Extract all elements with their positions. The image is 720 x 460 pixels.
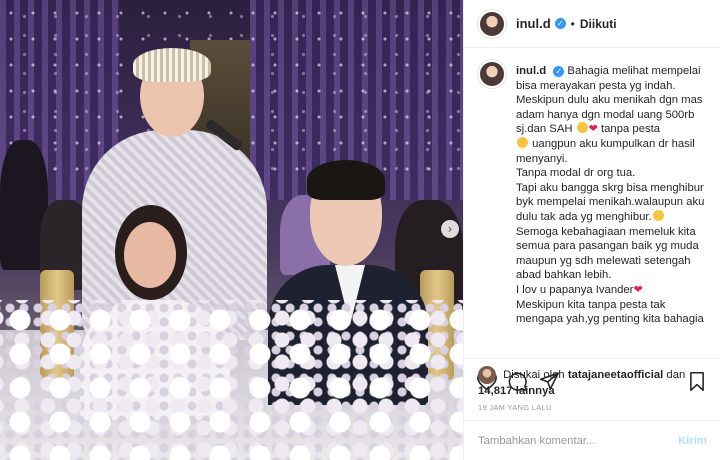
post-timestamp[interactable]: 19 JAM YANG LALU bbox=[478, 403, 552, 412]
caption-text-line: tanpa pesta bbox=[597, 123, 661, 136]
caption-line: adam hanya dgn modal uang 500rb bbox=[516, 108, 695, 121]
heart-emoji-icon: ❤ bbox=[633, 282, 643, 296]
likes-prefix: Disukai oleh bbox=[503, 368, 565, 381]
post-side-panel: inul.d ✓ • Diikuti inul.d ✓ Bahagia meli… bbox=[463, 0, 720, 460]
caption-line: bisa merayakan pesta yg indah. bbox=[516, 79, 676, 92]
caption-text-line: sj.dan SAH bbox=[516, 123, 573, 136]
caption-text-line: I lov u papanya Ivander bbox=[516, 283, 634, 296]
bride-face bbox=[124, 222, 176, 288]
following-button[interactable]: Diikuti bbox=[580, 17, 617, 31]
grin-emoji-icon bbox=[652, 209, 664, 221]
caption-line: Meskipun dulu aku menikah dgn mas bbox=[516, 94, 703, 107]
caption-line: Tanpa modal dr org tua. bbox=[516, 167, 636, 180]
caption-line: sj.dan SAH ❤ tanpa pesta bbox=[516, 122, 707, 137]
username-link[interactable]: inul.d bbox=[516, 16, 551, 31]
caption-username-link[interactable]: inul.d bbox=[516, 65, 546, 77]
likes-suffix[interactable]: lainnya bbox=[516, 385, 555, 397]
caption-text-line: uangpun aku kumpulkan dr hasil bbox=[529, 137, 695, 150]
avatar[interactable] bbox=[478, 9, 506, 38]
caption-line: inul.d ✓ Bahagia melihat mempelai bbox=[516, 64, 707, 79]
caption-line: Tapi aku bangga skrg bisa menghibur bbox=[516, 181, 704, 194]
flower-arrangement bbox=[0, 300, 463, 460]
separator-dot: • bbox=[570, 16, 575, 31]
caption-text: inul.d ✓ Bahagia melihat mempelai bisa m… bbox=[516, 64, 707, 327]
liker-username-link[interactable]: tatajaneetaofficial bbox=[568, 369, 663, 381]
caption-line: maupun yg sdh melewati setengah bbox=[516, 254, 691, 267]
caption-text-line: Bahagia melihat mempelai bbox=[564, 65, 701, 77]
caption-line: semua para pasangan baik yg muda bbox=[516, 240, 699, 253]
chevron-right-icon[interactable]: › bbox=[441, 220, 459, 238]
verified-badge-icon: ✓ bbox=[554, 18, 566, 29]
caption-line: uangpun aku kumpulkan dr hasil bbox=[516, 136, 707, 152]
caption-line: mengapa yah,yg penting kita bahagia bbox=[516, 313, 704, 326]
caption-line: I lov u papanya Ivander❤ bbox=[516, 283, 707, 298]
avatar bbox=[478, 366, 496, 384]
caption-row: inul.d ✓ Bahagia melihat mempelai bisa m… bbox=[478, 60, 707, 327]
caption-area: inul.d ✓ Bahagia melihat mempelai bisa m… bbox=[464, 48, 720, 358]
likes-count-link[interactable]: 14,817 bbox=[478, 385, 513, 397]
crying-emoji-icon bbox=[517, 136, 528, 148]
caption-text-line: dulu tak ada yg menghibur. bbox=[516, 210, 652, 223]
comment-bar: Kirim bbox=[464, 420, 720, 460]
verified-badge-icon: ✓ bbox=[553, 66, 565, 77]
singer-headpiece bbox=[133, 48, 211, 82]
caption-line: Semoga kebahagiaan memeluk kita bbox=[516, 225, 696, 238]
post-header: inul.d ✓ • Diikuti bbox=[464, 0, 720, 48]
caption-line: dulu tak ada yg menghibur. bbox=[516, 209, 707, 225]
grin-emoji-icon bbox=[576, 122, 588, 134]
likes-and: dan bbox=[666, 368, 686, 381]
caption-line: byk mempelai menikah.walaupun aku bbox=[516, 196, 705, 209]
post-photo[interactable]: › bbox=[0, 0, 463, 460]
comment-input[interactable] bbox=[478, 434, 679, 447]
groom-hair bbox=[307, 160, 385, 200]
caption-line: abad bahkan lebih. bbox=[516, 269, 612, 282]
avatar[interactable] bbox=[478, 60, 506, 88]
likes-summary: Disukai oleh tatajaneetaofficial dan 14,… bbox=[478, 366, 708, 399]
caption-line: menyanyi. bbox=[516, 152, 568, 165]
send-button[interactable]: Kirim bbox=[678, 435, 707, 447]
heart-emoji-icon: ❤ bbox=[588, 122, 598, 136]
caption-line: Meskipun kita tanpa pesta tak bbox=[516, 298, 666, 311]
